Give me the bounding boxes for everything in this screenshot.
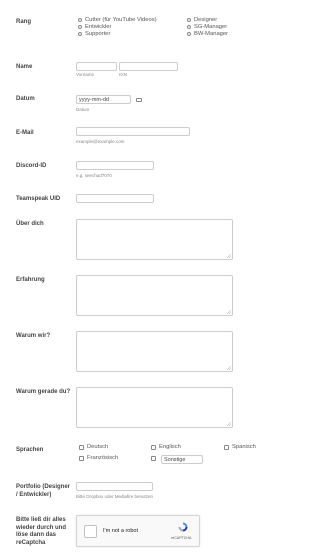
- teamspeak-input[interactable]: [76, 194, 154, 203]
- first-name-input[interactable]: [76, 62, 117, 71]
- email-sublabel: example@example.com: [76, 139, 125, 144]
- rang-option-sg-manager[interactable]: SG-Manager: [187, 24, 227, 30]
- portfolio-label: Portfolio (Designer / Entwickler): [16, 484, 71, 498]
- rang-option-supporter[interactable]: Supporter: [78, 31, 110, 37]
- radio-circle[interactable]: [78, 25, 82, 29]
- recaptcha-brand: reCAPTCHA: [171, 536, 192, 540]
- sprache-franzoesisch[interactable]: Französisch: [79, 455, 118, 461]
- email-input[interactable]: [76, 127, 190, 136]
- ueber-label: Über dich: [16, 221, 44, 227]
- rang-option-cutter[interactable]: Cutter (für YouTube Videos): [78, 17, 157, 23]
- email-label: E-Mail: [16, 130, 34, 136]
- checkbox[interactable]: [79, 455, 84, 461]
- rang-option-entwickler[interactable]: Entwickler: [78, 24, 111, 30]
- warum-du-label: Warum gerade du?: [16, 389, 71, 395]
- radio-circle[interactable]: [78, 32, 82, 36]
- ueber-textarea[interactable]: [76, 219, 233, 260]
- ign-sublabel: IGN: [119, 72, 128, 77]
- portfolio-sublabel: Bitte Dropbox oder Mediafire benutzen: [76, 494, 154, 499]
- erfahrung-textarea[interactable]: [76, 275, 233, 316]
- ign-input[interactable]: [119, 62, 178, 71]
- checkbox[interactable]: [79, 444, 84, 450]
- recaptcha-text: I'm not a robot: [103, 528, 138, 534]
- date-sublabel: Datum: [76, 107, 90, 112]
- sonstige-input[interactable]: Sonstige: [161, 455, 203, 464]
- sprache-spanisch[interactable]: Spanisch: [224, 444, 256, 450]
- recaptcha-checkbox[interactable]: [84, 525, 97, 538]
- portfolio-input[interactable]: [76, 482, 153, 491]
- radio-circle[interactable]: [187, 32, 191, 36]
- rang-option-designer[interactable]: Designer: [187, 17, 217, 23]
- radio-circle[interactable]: [187, 18, 191, 22]
- discord-sublabel: e.g. seechad7070: [76, 173, 112, 178]
- calendar-icon[interactable]: [136, 98, 142, 102]
- recaptcha-widget: I'm not a robot reCAPTCHA: [76, 515, 200, 547]
- discord-label: Discord-ID: [16, 163, 47, 169]
- recaptcha-logo-icon: [178, 522, 188, 532]
- captcha-label: Bitte ließ dir alles wieder durch und lö…: [16, 517, 67, 546]
- sprache-deutsch[interactable]: Deutsch: [79, 444, 108, 450]
- erfahrung-label: Erfahrung: [16, 277, 45, 283]
- sprache-sonstige[interactable]: [151, 456, 156, 461]
- warum-du-textarea[interactable]: [76, 387, 233, 428]
- warum-wir-label: Warum wir?: [16, 333, 51, 339]
- rang-label: Rang: [16, 19, 31, 25]
- first-name-sublabel: Vorname: [76, 72, 95, 77]
- warum-wir-textarea[interactable]: [76, 331, 233, 372]
- radio-circle[interactable]: [187, 25, 191, 29]
- checkbox[interactable]: [151, 444, 156, 450]
- radio-circle[interactable]: [78, 18, 82, 22]
- date-input[interactable]: yyyy-mm-dd: [76, 95, 131, 104]
- name-label: Name: [16, 64, 33, 70]
- sprache-englisch[interactable]: Englisch: [151, 444, 181, 450]
- datum-label: Datum: [16, 96, 35, 102]
- sprachen-label: Sprachen: [16, 447, 44, 453]
- discord-input[interactable]: [76, 161, 154, 170]
- checkbox[interactable]: [151, 456, 156, 461]
- rang-option-bw-manager[interactable]: BW-Manager: [187, 31, 228, 37]
- checkbox[interactable]: [224, 444, 229, 450]
